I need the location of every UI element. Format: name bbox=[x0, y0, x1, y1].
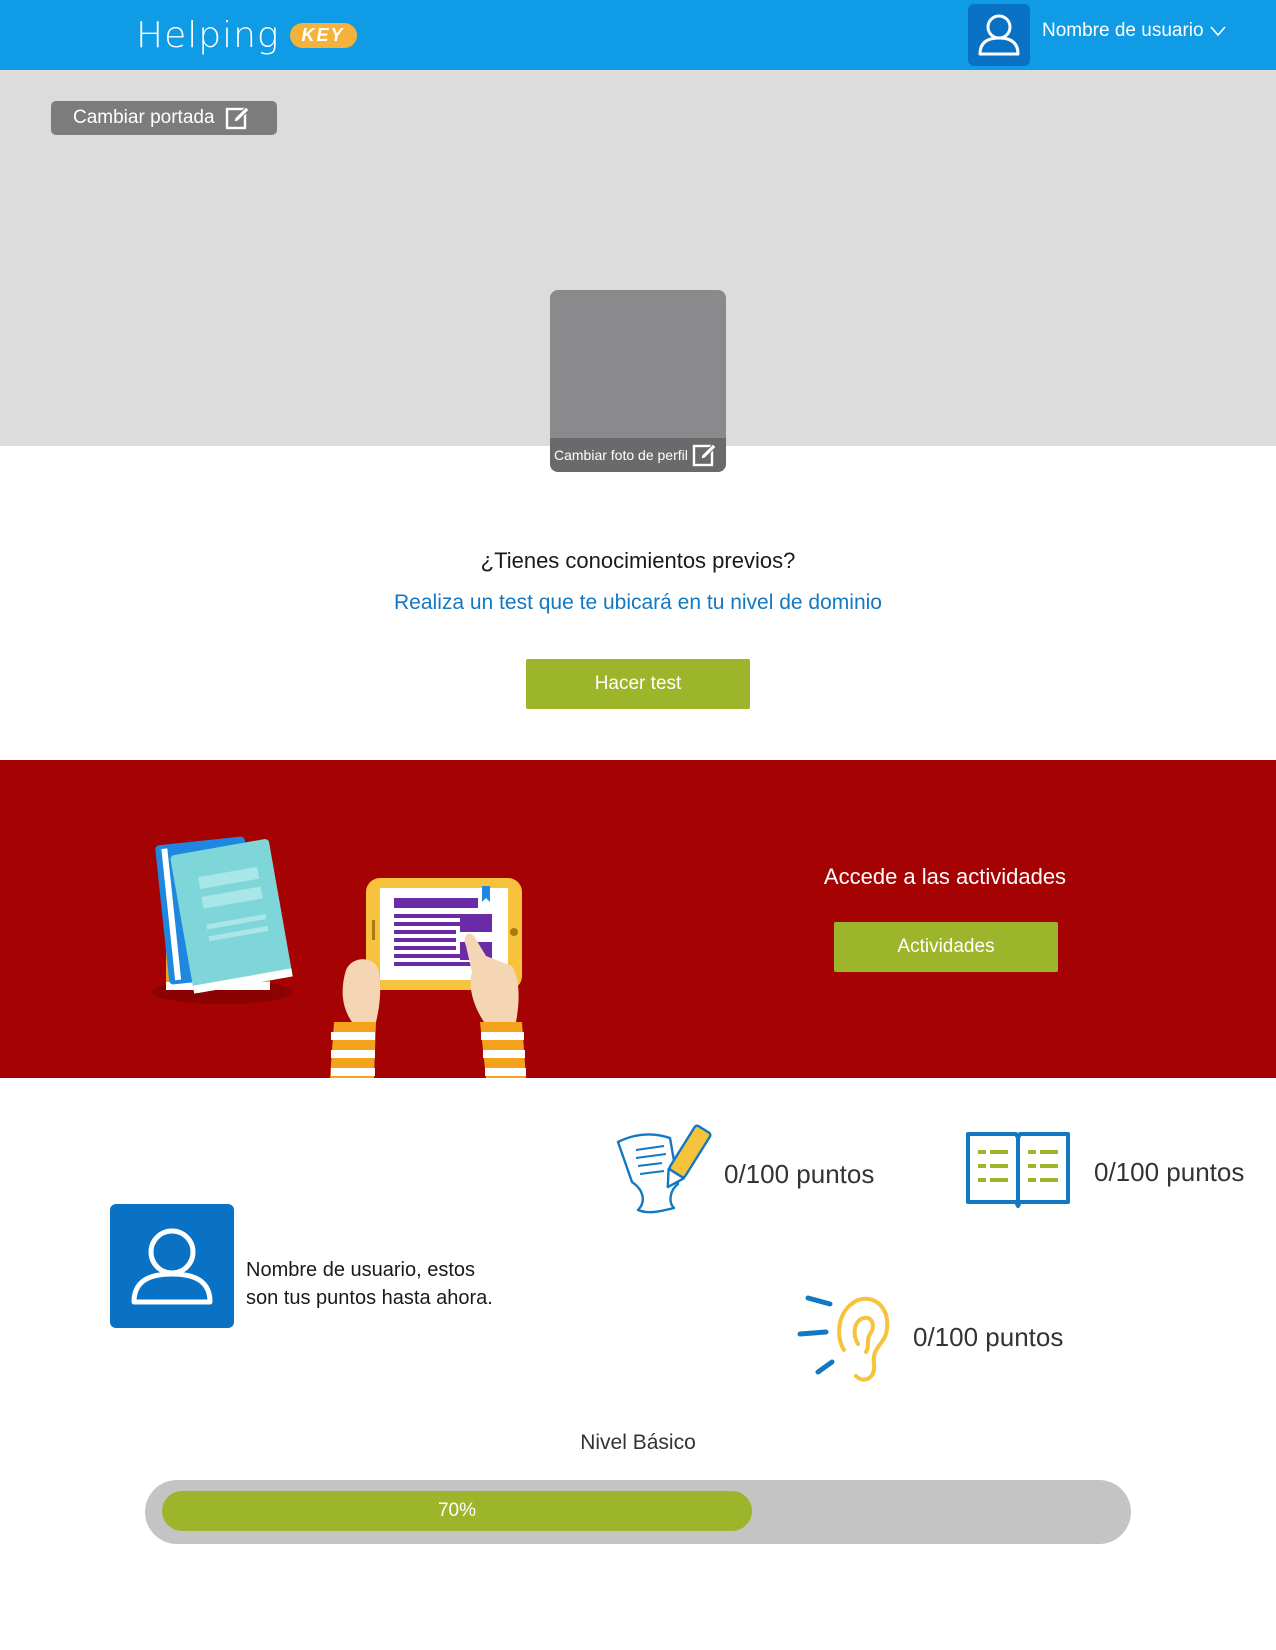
listening-points: 0/100 puntos bbox=[913, 1322, 1064, 1352]
change-photo-label: Cambiar foto de perfil bbox=[554, 447, 688, 463]
profile-photo[interactable]: Cambiar foto de perfil bbox=[550, 290, 726, 472]
points-message: Nombre de usuario, estos son tus puntos … bbox=[246, 1256, 546, 1312]
points-message-line1: Nombre de usuario, estos bbox=[246, 1259, 476, 1281]
edit-icon bbox=[692, 443, 717, 467]
book-icon bbox=[966, 1132, 1070, 1208]
change-cover-label: Cambiar portada bbox=[73, 107, 215, 128]
user-avatar-button[interactable] bbox=[968, 4, 1030, 66]
edit-icon bbox=[225, 106, 250, 130]
user-menu[interactable]: Nombre de usuario bbox=[1042, 20, 1226, 42]
reading-points: 0/100 puntos bbox=[1094, 1157, 1245, 1187]
logo[interactable]: Helping KEY bbox=[136, 14, 357, 56]
test-question: ¿Tienes conocimientos previos? bbox=[480, 548, 796, 573]
level-label: Nivel Básico bbox=[580, 1431, 696, 1454]
books-illustration bbox=[152, 836, 293, 1004]
logo-badge: KEY bbox=[289, 22, 357, 48]
change-photo-button[interactable]: Cambiar foto de perfil bbox=[550, 438, 726, 472]
level-progress-bar: 70% bbox=[145, 1480, 1131, 1544]
writing-points: 0/100 puntos bbox=[724, 1159, 875, 1189]
user-name: Nombre de usuario bbox=[1042, 20, 1204, 41]
change-cover-button[interactable]: Cambiar portada bbox=[51, 101, 277, 135]
user-icon bbox=[978, 14, 1020, 56]
take-test-button[interactable]: Hacer test bbox=[526, 659, 750, 709]
ear-icon bbox=[797, 1295, 890, 1382]
test-invite-link[interactable]: Realiza un test que te ubicará en tu niv… bbox=[0, 591, 1276, 615]
user-avatar bbox=[110, 1204, 234, 1328]
chevron-down-icon bbox=[1209, 26, 1226, 37]
activities-button[interactable]: Actividades bbox=[834, 922, 1058, 972]
activities-illustration bbox=[152, 836, 526, 1078]
user-icon bbox=[131, 1228, 213, 1305]
points-message-line2: son tus puntos hasta ahora. bbox=[246, 1287, 493, 1309]
activities-banner bbox=[0, 760, 1276, 1078]
activities-title: Accede a las actividades bbox=[823, 864, 1067, 889]
writing-icon bbox=[616, 1124, 712, 1214]
level-progress-fill: 70% bbox=[162, 1491, 752, 1531]
logo-text: Helping bbox=[136, 14, 280, 56]
